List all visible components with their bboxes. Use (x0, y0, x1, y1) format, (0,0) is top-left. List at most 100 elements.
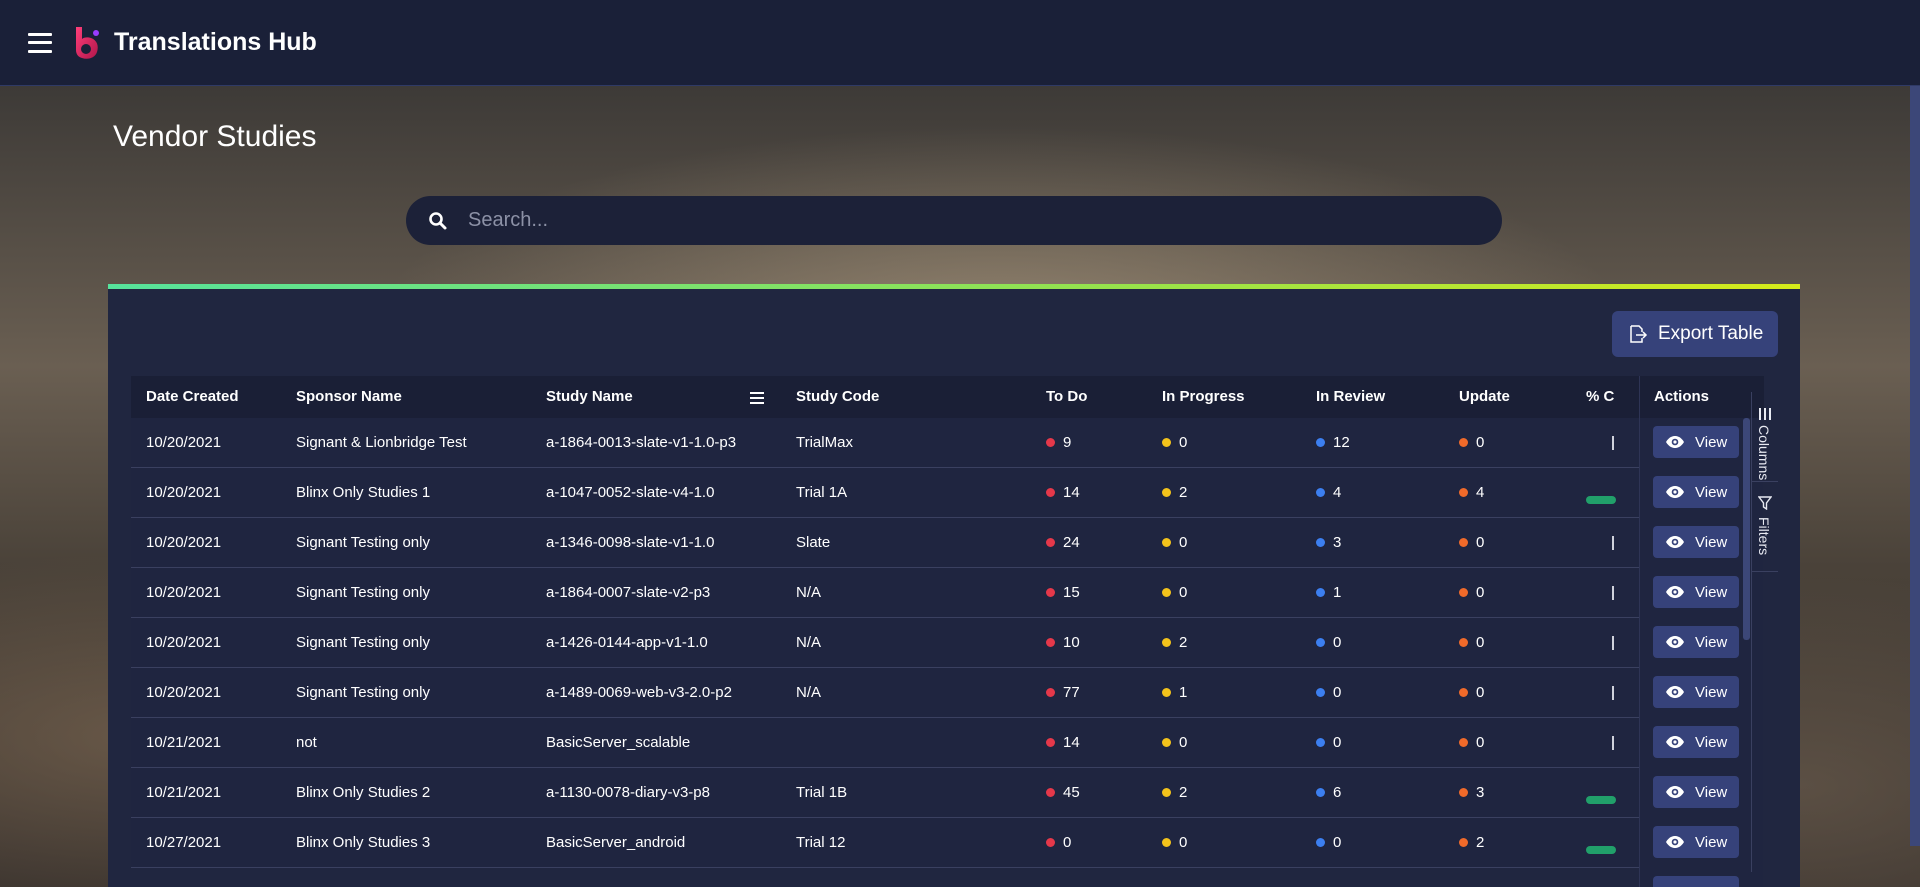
column-header-to-do[interactable]: To Do (1046, 376, 1146, 418)
status-dot-red (1046, 587, 1055, 597)
column-header-sponsor-name[interactable]: Sponsor Name (296, 376, 536, 418)
view-button-label: View (1695, 683, 1728, 701)
cell-to-do-text: 45 (1063, 784, 1080, 801)
column-header-percent-complete[interactable]: % C (1586, 376, 1638, 418)
cell-to-do-text: 24 (1063, 534, 1080, 551)
view-button[interactable]: View (1653, 426, 1739, 458)
columns-tab[interactable]: Columns (1752, 392, 1778, 482)
search-bar[interactable] (406, 196, 1502, 245)
column-header-study-code[interactable]: Study Code (796, 376, 996, 418)
cell-update: 0 (1459, 418, 1569, 468)
menu-icon[interactable] (28, 32, 52, 53)
eye-icon (1666, 536, 1684, 548)
status-dot-orange (1459, 687, 1468, 697)
cell-in-progress-text: 0 (1179, 534, 1188, 551)
table-row[interactable]: 10/27/2021 Blinx Only Studies 3 BasicServe… (131, 818, 1728, 868)
cell-to-do: 9 (1046, 418, 1146, 468)
cell-in-progress: 2 (1162, 618, 1302, 668)
cell-study-code-text: Trial 1A (796, 484, 848, 501)
status-dot-blue (1316, 687, 1325, 697)
cell-in-review-text: 0 (1333, 834, 1342, 851)
status-dot-orange (1459, 437, 1468, 447)
table-row[interactable]: 10/20/2021 Signant Testing only a-1426-014… (131, 618, 1728, 668)
view-button[interactable]: View (1653, 476, 1739, 508)
status-dot-blue (1316, 637, 1325, 647)
cell-in-progress-text: 0 (1179, 734, 1188, 751)
cell-sponsor-name: Blinx Only Studies 2 (296, 768, 536, 818)
cell-study-name-text: a-1047-0052-slate-v4-1.0 (546, 484, 715, 501)
column-header-in-review[interactable]: In Review (1316, 376, 1446, 418)
cell-in-review: 0 (1316, 818, 1446, 868)
cell-in-progress-text: 2 (1179, 784, 1188, 801)
cell-sponsor-name-text: Signant Testing only (296, 684, 430, 701)
column-header-date-created[interactable]: Date Created (146, 376, 286, 418)
view-button[interactable]: View (1653, 776, 1739, 808)
cell-sponsor-name: Blinx Only Studies 1 (296, 468, 536, 518)
top-bar: Translations Hub (0, 0, 1920, 86)
cell-in-review: 6 (1316, 768, 1446, 818)
view-button[interactable] (1653, 876, 1739, 887)
page-title: Vendor Studies (113, 120, 317, 153)
column-header-study-name[interactable]: Study Name (546, 376, 746, 418)
cell-study-code: Slate (796, 518, 996, 568)
cell-to-do-text: 0 (1063, 834, 1072, 851)
app-title: Translations Hub (114, 28, 317, 56)
eye-icon (1666, 686, 1684, 698)
cell-in-progress: 2 (1162, 768, 1302, 818)
table-row[interactable]: 10/21/2021 Blinx Only Studies 2 a-1130-007… (131, 768, 1728, 818)
table-row[interactable]: 10/20/2021 Signant Testing only a-1489-006… (131, 668, 1728, 718)
cell-sponsor-name: Blinx Only Studies 3 (296, 818, 536, 868)
completion-progress-bar (1612, 636, 1614, 650)
cell-in-progress-text: 2 (1179, 484, 1188, 501)
view-button-label: View (1695, 833, 1728, 851)
card-accent-bar (108, 284, 1800, 289)
view-button[interactable]: View (1653, 526, 1739, 558)
completion-progress-bar (1612, 586, 1614, 600)
cell-study-code-text: N/A (796, 584, 822, 601)
view-button[interactable]: View (1653, 676, 1739, 708)
view-button-label: View (1695, 533, 1728, 551)
status-dot-orange (1459, 837, 1468, 847)
table-row[interactable]: 10/20/2021 Signant & Lionbridge Test a-186… (131, 418, 1728, 468)
completion-progress-bar (1612, 736, 1614, 750)
cell-in-review-text: 0 (1333, 634, 1342, 651)
cell-to-do: 14 (1046, 468, 1146, 518)
view-button[interactable]: View (1653, 626, 1739, 658)
cell-study-code-text: N/A (796, 634, 822, 651)
export-table-button[interactable]: Export Table (1612, 311, 1778, 357)
view-button-label: View (1695, 633, 1728, 651)
status-dot-yellow (1162, 687, 1171, 697)
cell-date-created: 10/20/2021 (146, 618, 286, 668)
cell-in-progress: 0 (1162, 718, 1302, 768)
filters-tab[interactable]: Filters (1752, 482, 1778, 572)
cell-sponsor-name: Signant Testing only (296, 518, 536, 568)
cell-update-text: 0 (1476, 434, 1485, 451)
view-button[interactable]: View (1653, 826, 1739, 858)
page-scrollbar[interactable] (1910, 86, 1920, 846)
cell-to-do-text: 14 (1063, 484, 1080, 501)
table-row[interactable]: 10/21/2021 not BasicServer_scalable 14 0 0 0 (131, 718, 1728, 768)
column-header-update[interactable]: Update (1459, 376, 1569, 418)
search-input[interactable] (468, 209, 1468, 232)
status-dot-yellow (1162, 737, 1171, 747)
cell-study-code-text: Trial 12 (796, 834, 846, 851)
view-button[interactable]: View (1653, 576, 1739, 608)
cell-study-name: BasicServer_scalable (546, 718, 786, 768)
cell-sponsor-name-text: not (296, 734, 317, 751)
column-menu-icon[interactable] (750, 391, 764, 404)
cell-in-review: 0 (1316, 718, 1446, 768)
status-dot-yellow (1162, 437, 1171, 447)
table-row[interactable]: 10/20/2021 Signant Testing only a-1346-009… (131, 518, 1728, 568)
view-button[interactable]: View (1653, 726, 1739, 758)
table-scrollbar-thumb[interactable] (1743, 418, 1750, 640)
column-header-in-progress[interactable]: In Progress (1162, 376, 1302, 418)
table-scrollbar[interactable] (1741, 418, 1751, 887)
cell-date-created-text: 10/20/2021 (146, 534, 222, 551)
table-row[interactable]: 10/20/2021 Signant Testing only a-1864-000… (131, 568, 1728, 618)
eye-icon (1666, 436, 1684, 448)
cell-to-do: 15 (1046, 568, 1146, 618)
cell-in-progress: 0 (1162, 418, 1302, 468)
cell-in-review-text: 6 (1333, 784, 1342, 801)
cell-sponsor-name: Signant & Lionbridge Test (296, 418, 536, 468)
table-row[interactable]: 10/20/2021 Blinx Only Studies 1 a-1047-005… (131, 468, 1728, 518)
